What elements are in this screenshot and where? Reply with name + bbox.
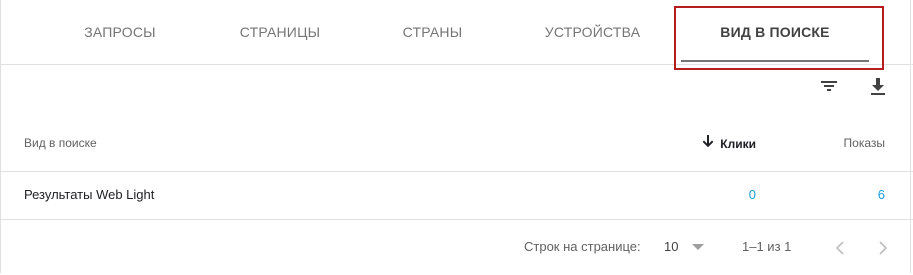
rows-per-page-label: Строк на странице: — [524, 239, 641, 254]
arrow-down-icon — [702, 134, 714, 153]
column-header-impressions[interactable]: Показы — [844, 134, 885, 152]
table-row-impressions[interactable]: 6 — [878, 186, 885, 204]
table-row-clicks[interactable]: 0 — [749, 186, 756, 204]
divider — [0, 171, 913, 172]
chevron-left-icon[interactable] — [826, 234, 854, 262]
clicks-header-label: Клики — [720, 136, 756, 151]
tab-pages[interactable]: СТРАНИЦЫ — [210, 0, 350, 63]
dropdown-arrow-icon — [692, 238, 705, 256]
table-row-name: Результаты Web Light — [24, 187, 155, 202]
chevron-right-icon[interactable] — [869, 234, 897, 262]
tab-queries[interactable]: ЗАПРОСЫ — [50, 0, 190, 63]
pagination-range: 1–1 из 1 — [742, 239, 792, 254]
rows-per-page-select[interactable]: 10 — [664, 238, 705, 256]
highlight-annotation — [674, 6, 884, 70]
rows-per-page-value: 10 — [664, 239, 679, 254]
download-icon[interactable] — [864, 72, 892, 100]
column-header-search-appearance[interactable]: Вид в поиске — [24, 134, 97, 152]
tab-countries[interactable]: СТРАНЫ — [365, 0, 500, 63]
column-header-clicks[interactable]: Клики — [702, 134, 756, 153]
filter-icon[interactable] — [815, 72, 843, 100]
tab-devices[interactable]: УСТРОЙСТВА — [520, 0, 665, 63]
divider — [0, 219, 913, 220]
